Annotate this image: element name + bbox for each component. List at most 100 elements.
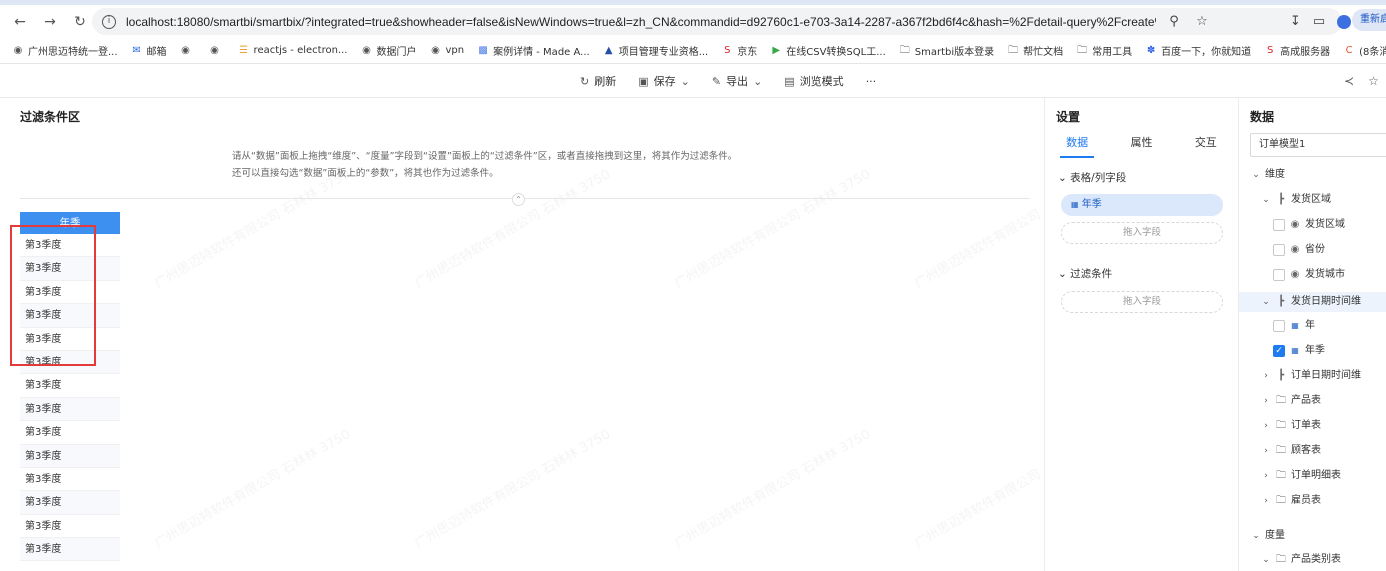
bookmark-item[interactable]: S 高成服务器 [1264, 43, 1331, 59]
checkbox[interactable] [1273, 219, 1285, 231]
reload-icon[interactable]: ↻ [68, 10, 92, 34]
case-icon: ▩ [478, 44, 488, 56]
measure-label: 度量 [1265, 530, 1285, 541]
tree-item-label: 产品表 [1291, 395, 1321, 406]
table-row[interactable]: 第3季度 [20, 280, 120, 305]
share-icon[interactable]: ≺ [1344, 74, 1354, 88]
tree-item[interactable]: › 🗀 产品表 [1261, 391, 1321, 411]
browse-icon: ▤ [784, 74, 795, 88]
table-row[interactable]: 第3季度 [20, 234, 120, 258]
checkbox[interactable] [1273, 269, 1285, 281]
bookmark-item[interactable]: ◉ [180, 45, 196, 57]
globe-icon: ◉ [1290, 244, 1300, 255]
tree-item[interactable]: › 🗀 顾客表 [1261, 441, 1321, 461]
tree-item[interactable]: ⌄ ┣ 发货日期时间维 [1239, 292, 1386, 312]
section-filter[interactable]: ⌄ 过滤条件 [1058, 266, 1112, 281]
download-icon[interactable]: ↧ [1290, 14, 1301, 29]
browse-mode-button[interactable]: ▤ 浏览模式 [784, 73, 843, 89]
bookmark-item[interactable]: ▶ 在线CSV转换SQL工... [770, 43, 886, 59]
bookmark-item[interactable]: ◉ vpn [429, 45, 464, 57]
tree-item[interactable]: › ┣ 订单日期时间维 [1261, 366, 1361, 386]
address-bar[interactable]: i localhost:18080/smartbi/smartbix/?inte… [92, 8, 1342, 35]
table-row[interactable]: 第3季度 [20, 538, 120, 562]
table-row[interactable]: 第3季度 [20, 444, 120, 468]
tab-interaction[interactable]: 交互 [1189, 134, 1223, 158]
filter-hint[interactable]: 请从“数据”面板上拖拽“维度”、“度量”字段到“设置”面板上的“过滤条件”区，或… [232, 148, 737, 182]
tree-item[interactable]: › 🗀 雇员表 [1261, 491, 1321, 511]
tree-item[interactable]: ✓ ▦ 年季 [1273, 341, 1325, 361]
tree-item-measure-folder[interactable]: ⌄ 🗀 产品类别表 [1261, 550, 1341, 570]
tree-item-label: 年 [1305, 320, 1315, 331]
bookmark-item[interactable]: ▲ 项目管理专业资格... [603, 43, 709, 59]
settings-tabs: 数据 属性 交互 [1045, 134, 1238, 158]
bookmark-item[interactable]: ▩ 案例详情 - Made A... [477, 43, 589, 59]
filter-drop-slot[interactable]: 拖入字段 [1061, 291, 1223, 313]
bookmark-item[interactable]: S 京东 [721, 43, 757, 59]
tab-data[interactable]: 数据 [1060, 134, 1095, 158]
more-button[interactable]: ··· [866, 75, 877, 88]
bookmark-item[interactable]: 🗀 常用工具 [1076, 43, 1132, 59]
bookmark-star-icon[interactable]: ☆ [1192, 14, 1212, 29]
folder-icon: 🗀 [1008, 44, 1019, 56]
checkbox[interactable] [1273, 320, 1285, 332]
tree-item[interactable]: ▦ 年 [1273, 316, 1315, 336]
profile-avatar[interactable] [1337, 14, 1352, 29]
tree-item[interactable]: ◉ 发货城市 [1273, 265, 1345, 285]
table-row[interactable]: 第3季度 [20, 350, 120, 375]
update-button[interactable]: 重新启 [1352, 9, 1386, 31]
watermark: 广州思迈特软件有限公司 石林林 3750 [412, 426, 614, 552]
bookmark-item[interactable]: ◉ 广州思迈特统一登... [12, 43, 118, 59]
table-header-nianji[interactable]: 年季 [20, 212, 120, 234]
site-info-icon[interactable]: i [102, 14, 116, 29]
bookmark-item[interactable]: ◉ [209, 45, 225, 57]
bookmark-item[interactable]: 🗀 Smartbi版本登录 [899, 43, 994, 59]
tab-properties[interactable]: 属性 [1124, 134, 1158, 158]
table-row[interactable]: 第3季度 [20, 421, 120, 445]
address-url[interactable]: localhost:18080/smartbi/smartbix/?integr… [126, 15, 1156, 29]
export-button[interactable]: ✎ 导出 ⌄ [712, 73, 762, 89]
bookmark-item[interactable]: ✉ 邮箱 [131, 43, 166, 59]
watermark: 广州思迈特软件有限公司 石林林 3750 [672, 426, 874, 552]
tree-item-label: 顾客表 [1291, 445, 1321, 456]
table-row[interactable]: 第3季度 [20, 491, 120, 515]
bookmark-label: 高成服务器 [1280, 47, 1331, 58]
tree-item[interactable]: ⌄ ┣ 发货区域 [1261, 190, 1331, 210]
model-select[interactable]: 订单模型1 [1250, 133, 1386, 157]
table-row[interactable]: 第3季度 [20, 467, 120, 492]
bookmark-item[interactable]: ◉ 数据门户 [360, 43, 416, 59]
bookmark-item[interactable]: 🗀 帮忙文档 [1007, 43, 1063, 59]
sidebar-icon[interactable]: ▭ [1313, 14, 1325, 29]
section-table-fields[interactable]: ⌄ 表格/列字段 [1058, 170, 1126, 185]
save-button[interactable]: ▣ 保存 ⌄ [638, 73, 690, 89]
stackoverflow-icon: ☰ [239, 44, 249, 56]
bookmark-label: 项目管理专业资格... [618, 47, 709, 58]
table-row[interactable]: 第3季度 [20, 397, 120, 422]
checkbox[interactable]: ✓ [1273, 345, 1285, 357]
zoom-icon[interactable]: ⚲ [1164, 14, 1184, 29]
drop-field-slot[interactable]: 拖入字段 [1061, 222, 1223, 244]
tree-item[interactable]: ◉ 发货区域 [1273, 215, 1345, 235]
dimension-label: 维度 [1265, 169, 1285, 180]
measure-group[interactable]: ⌄ 度量 [1251, 526, 1285, 546]
table-row[interactable]: 第3季度 [20, 374, 120, 398]
bookmark-item[interactable]: C (8条消息) 东方通 [1343, 43, 1386, 59]
table-row[interactable]: 第3季度 [20, 327, 120, 351]
tree-item[interactable]: ◉ 省份 [1273, 240, 1325, 260]
field-pill-nianji[interactable]: ▦ 年季 [1061, 194, 1223, 216]
table-row[interactable]: 第3季度 [20, 514, 120, 539]
dimension-group[interactable]: ⌄ 维度 [1251, 165, 1285, 185]
back-icon[interactable]: ← [8, 10, 32, 34]
table-row[interactable]: 第3季度 [20, 304, 120, 328]
tree-item[interactable]: › 🗀 订单明细表 [1261, 466, 1341, 486]
watermark: 广州思迈特软件有限公司 石林林 3750 [412, 166, 614, 292]
collapse-icon[interactable]: ⌃ [512, 193, 525, 206]
bookmark-item[interactable]: ☰ reactjs - electron... [238, 44, 347, 57]
bookmark-label: 在线CSV转换SQL工... [786, 47, 886, 58]
refresh-button[interactable]: ↻ 刷新 [580, 73, 616, 89]
favorite-icon[interactable]: ☆ [1368, 74, 1379, 88]
tree-item[interactable]: › 🗀 订单表 [1261, 416, 1321, 436]
checkbox[interactable] [1273, 244, 1285, 256]
table-row[interactable]: 第3季度 [20, 257, 120, 281]
bookmark-item[interactable]: ✽ 百度一下，你就知道 [1145, 43, 1251, 59]
forward-icon[interactable]: → [38, 10, 62, 34]
